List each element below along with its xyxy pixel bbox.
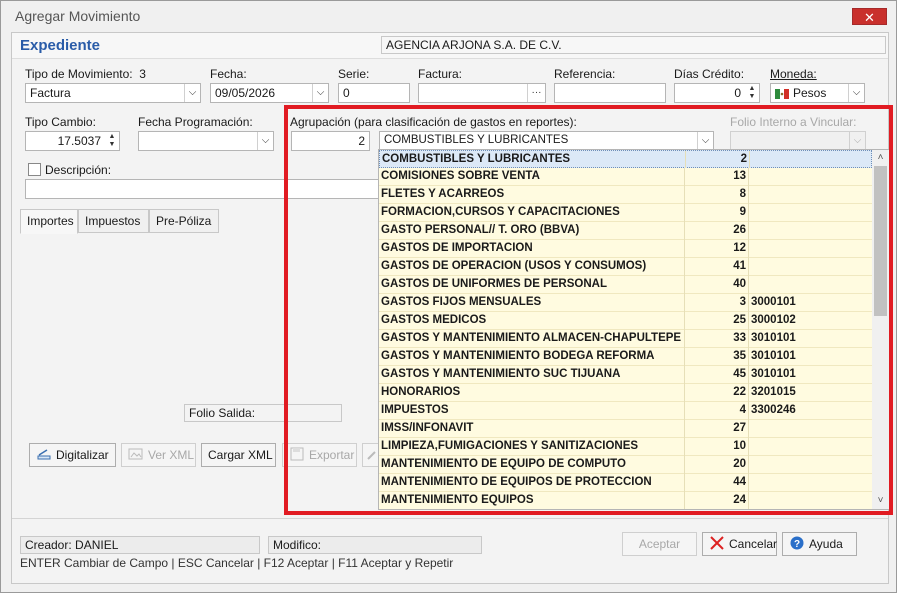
- help-icon: ?: [789, 535, 805, 550]
- chevron-down-icon[interactable]: ⌵: [312, 84, 328, 102]
- fecha-programacion-label: Fecha Programación:: [138, 115, 253, 129]
- tipo-movimiento-label: Tipo de Movimiento: 3: [25, 67, 146, 81]
- agency-name-field: AGENCIA ARJONA S.A. DE C.V.: [381, 36, 886, 54]
- ver-xml-button[interactable]: Ver XML: [121, 443, 196, 467]
- tipo-cambio-label: Tipo Cambio:: [25, 115, 96, 129]
- serie-label: Serie:: [338, 67, 370, 81]
- fecha-date-picker[interactable]: 09/05/2026 ⌵: [210, 83, 329, 103]
- chevron-down-icon[interactable]: ⌵: [848, 84, 864, 102]
- ayuda-button[interactable]: ? Ayuda: [782, 532, 857, 556]
- tipo-cambio-spinner[interactable]: 17.5037 ▲ ▼: [25, 131, 120, 151]
- image-icon: [128, 446, 144, 460]
- close-x-icon: [709, 535, 725, 550]
- dias-credito-spinner[interactable]: 0 ▲ ▼: [674, 83, 760, 103]
- tipo-movimiento-select[interactable]: Factura ⌵: [25, 83, 201, 103]
- expediente-header: Expediente AGENCIA ARJONA S.A. DE C.V.: [12, 33, 888, 59]
- keyboard-hint: ENTER Cambiar de Campo | ESC Cancelar | …: [20, 556, 454, 570]
- spinner-arrows-icon[interactable]: ▲ ▼: [746, 85, 758, 101]
- close-button[interactable]: ✕: [852, 8, 887, 25]
- fecha-label: Fecha:: [210, 67, 247, 81]
- factura-input[interactable]: ···: [418, 83, 546, 103]
- factura-browse-button[interactable]: ···: [527, 84, 545, 102]
- title-bar[interactable]: Agregar Movimiento ✕: [1, 1, 896, 31]
- modifico-field: Modifico:: [268, 536, 482, 554]
- moneda-label: Moneda:: [770, 67, 817, 81]
- tab-importes[interactable]: Importes: [20, 209, 78, 234]
- serie-input[interactable]: 0: [338, 83, 410, 103]
- chevron-down-icon[interactable]: ⌵: [184, 84, 200, 102]
- cargar-xml-button[interactable]: Cargar XML: [201, 443, 276, 467]
- factura-label: Factura:: [418, 67, 463, 81]
- dias-credito-label: Días Crédito:: [674, 67, 745, 81]
- highlight-frame: [284, 105, 893, 515]
- moneda-select[interactable]: Pesos ⌵: [770, 83, 865, 103]
- tab-impuestos[interactable]: Impuestos: [78, 209, 149, 233]
- spinner-arrows-icon[interactable]: ▲ ▼: [106, 133, 118, 149]
- chevron-down-icon[interactable]: ⌵: [257, 132, 273, 150]
- scanner-icon: [36, 446, 52, 460]
- fecha-programacion-picker[interactable]: ⌵: [138, 131, 274, 151]
- footer-divider: [12, 518, 888, 519]
- digitalizar-button[interactable]: Digitalizar: [29, 443, 116, 467]
- aceptar-button[interactable]: Aceptar: [622, 532, 697, 556]
- dialog-window: Agregar Movimiento ✕ Expediente AGENCIA …: [0, 0, 897, 593]
- cancelar-button[interactable]: Cancelar: [702, 532, 777, 556]
- section-title: Expediente: [20, 37, 101, 54]
- mexico-flag-icon: [775, 88, 789, 99]
- descripcion-label: Descripción:: [45, 163, 112, 177]
- tab-pre-poliza[interactable]: Pre-Póliza: [149, 209, 219, 233]
- descripcion-checkbox[interactable]: [28, 163, 41, 176]
- referencia-input[interactable]: [554, 83, 666, 103]
- svg-text:?: ?: [794, 539, 800, 550]
- creador-field: Creador: DANIEL: [20, 536, 260, 554]
- referencia-label: Referencia:: [554, 67, 616, 81]
- window-title: Agregar Movimiento: [15, 8, 141, 24]
